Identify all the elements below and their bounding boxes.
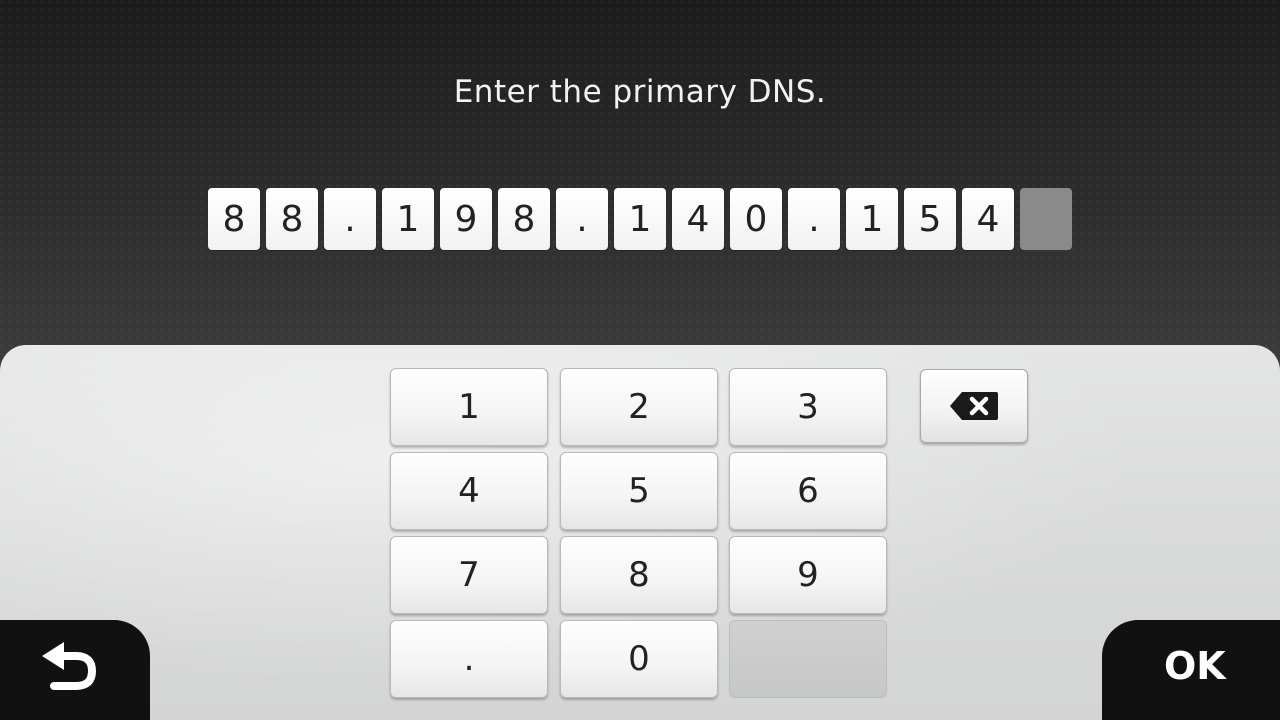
entry-cell: 8	[498, 188, 550, 250]
entry-cell: 1	[846, 188, 898, 250]
entry-cell: 4	[962, 188, 1014, 250]
entry-cell: 1	[382, 188, 434, 250]
key-2[interactable]: 2	[560, 368, 718, 446]
backspace-icon	[950, 392, 998, 420]
entry-cell: 8	[266, 188, 318, 250]
entry-cell: 9	[440, 188, 492, 250]
entry-cell: 1	[614, 188, 666, 250]
key-4[interactable]: 4	[390, 452, 548, 530]
entry-cursor	[1020, 188, 1072, 250]
dns-entry-screen: Enter the primary DNS. 8 8 . 1 9 8 . 1 4…	[0, 0, 1280, 720]
backspace-button[interactable]	[920, 369, 1028, 443]
key-0[interactable]: 0	[560, 620, 718, 698]
ok-button[interactable]: OK	[1102, 620, 1280, 720]
entry-cell: 8	[208, 188, 260, 250]
key-period[interactable]: .	[390, 620, 548, 698]
entry-cell: .	[556, 188, 608, 250]
key-5[interactable]: 5	[560, 452, 718, 530]
dns-entry-field[interactable]: 8 8 . 1 9 8 . 1 4 0 . 1 5 4	[208, 188, 1078, 250]
key-6[interactable]: 6	[729, 452, 887, 530]
entry-cell: 5	[904, 188, 956, 250]
return-arrow-icon	[42, 642, 96, 690]
ok-button-label: OK	[1164, 644, 1226, 688]
key-8[interactable]: 8	[560, 536, 718, 614]
back-button[interactable]	[0, 620, 150, 720]
entry-cell: 4	[672, 188, 724, 250]
key-1[interactable]: 1	[390, 368, 548, 446]
entry-cell: 0	[730, 188, 782, 250]
prompt-text: Enter the primary DNS.	[453, 74, 827, 110]
entry-cell: .	[324, 188, 376, 250]
key-3[interactable]: 3	[729, 368, 887, 446]
key-9[interactable]: 9	[729, 536, 887, 614]
entry-cell: .	[788, 188, 840, 250]
key-7[interactable]: 7	[390, 536, 548, 614]
key-blank	[729, 620, 887, 698]
